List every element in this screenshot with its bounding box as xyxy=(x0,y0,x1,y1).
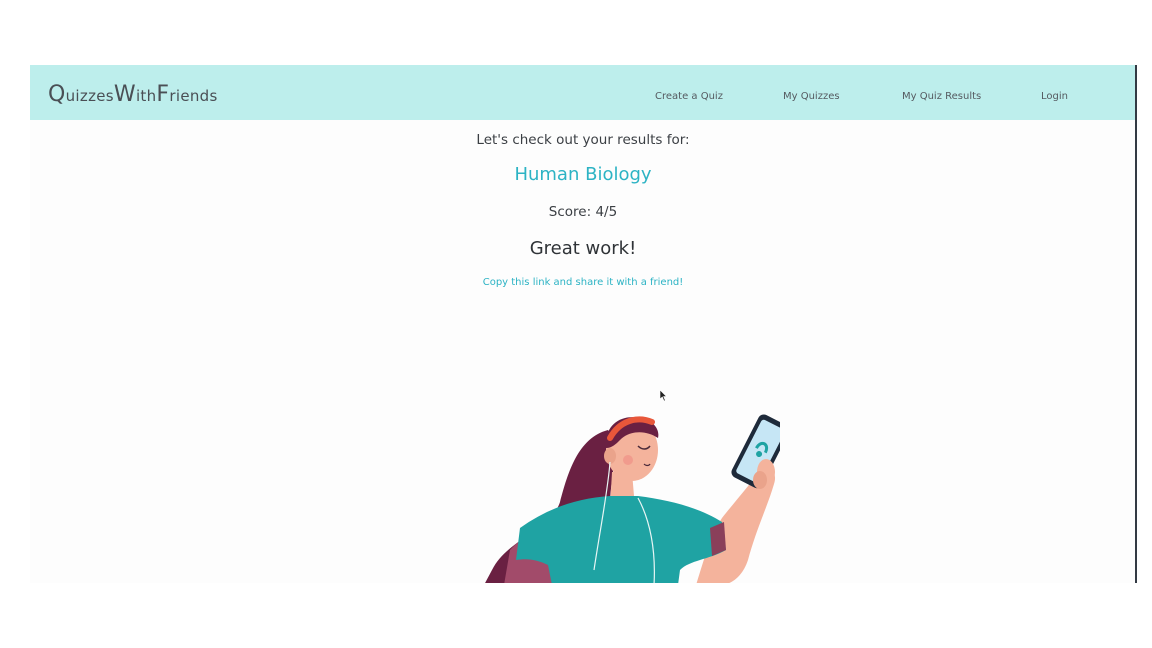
results-intro: Let's check out your results for: xyxy=(476,132,690,148)
brand-text-1: uizzes xyxy=(65,87,114,105)
brand-text-2: ith xyxy=(135,87,157,105)
mouse-cursor-icon xyxy=(660,390,668,402)
nav-login[interactable]: Login xyxy=(1041,91,1068,102)
brand-logo[interactable]: QuizzesWithFriends xyxy=(48,82,218,107)
brand-letter-q: Q xyxy=(48,82,66,107)
app-window: QuizzesWithFriends Create a Quiz My Quiz… xyxy=(30,65,1136,583)
brand-letter-w: W xyxy=(113,82,136,107)
brand-letter-f: F xyxy=(156,82,170,107)
score-text: Score: 4/5 xyxy=(548,204,618,220)
quiz-title: Human Biology xyxy=(514,164,652,185)
brand-text-3: riends xyxy=(169,87,218,105)
window-edge xyxy=(1135,65,1137,583)
share-link[interactable]: Copy this link and share it with a frien… xyxy=(483,277,684,288)
share-link-row: Copy this link and share it with a frien… xyxy=(30,277,1136,288)
nav-my-quizzes[interactable]: My Quizzes xyxy=(783,91,840,102)
praise-message: Great work! xyxy=(529,238,637,259)
nav-my-quiz-results[interactable]: My Quiz Results xyxy=(902,91,981,102)
nav-create-quiz[interactable]: Create a Quiz xyxy=(655,91,723,102)
navbar: QuizzesWithFriends Create a Quiz My Quiz… xyxy=(30,65,1136,120)
woman-with-phone-illustration xyxy=(485,414,780,583)
